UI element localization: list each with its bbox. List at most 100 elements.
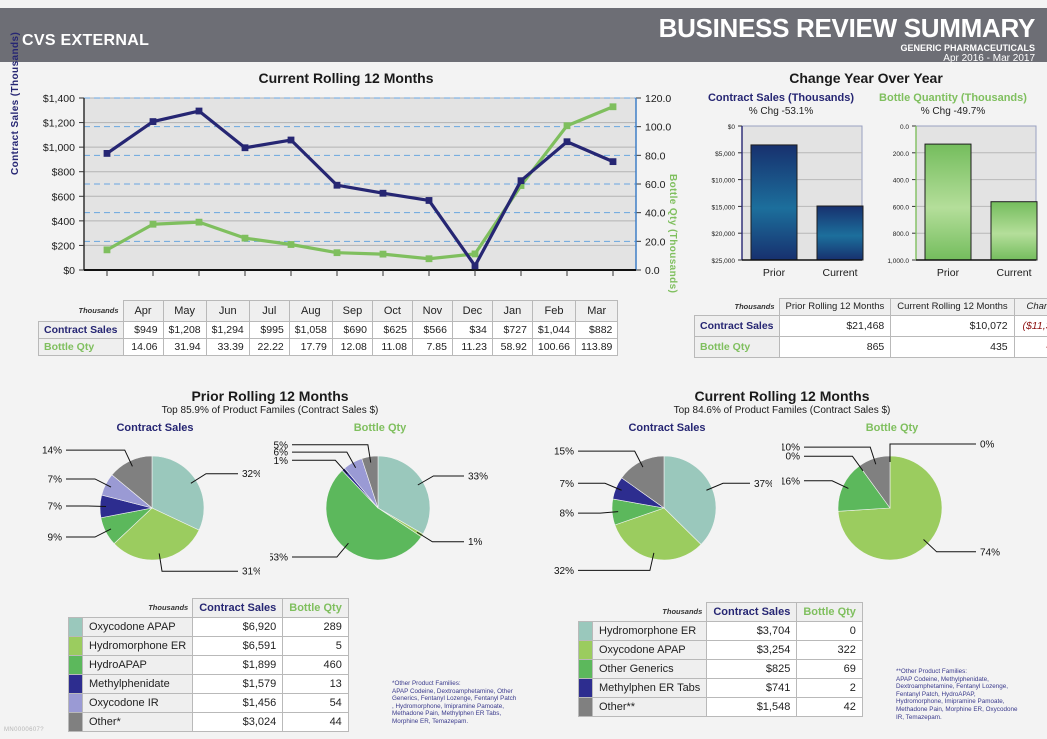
svg-text:60.0: 60.0 xyxy=(645,179,666,191)
month-header-nov: Nov xyxy=(411,300,453,322)
swatch-column-header xyxy=(69,599,83,618)
cell-value: -430 xyxy=(1013,336,1047,358)
header-subtitle: GENERIC PHARMACEUTICALS xyxy=(900,43,1035,53)
svg-text:14%: 14% xyxy=(42,446,62,457)
svg-text:$800: $800 xyxy=(52,167,76,179)
contract-sales-value: $3,254 xyxy=(706,640,798,660)
product-family-name: Other* xyxy=(81,712,194,732)
contract-sales-value: $6,591 xyxy=(192,636,284,656)
current-bottle-qty-caption: Bottle Qty xyxy=(865,422,919,434)
yoy-column-header: Current Rolling 12 Months xyxy=(890,298,1015,316)
table-row: Bottle Qty865435-430-49.7% xyxy=(694,336,1047,358)
color-swatch xyxy=(578,659,593,679)
product-family-name: Oxycodone APAP xyxy=(591,640,708,660)
table-header-row: Thousands Apr May Jun Jul Aug Sep Oct Nov Dec Jan… xyxy=(39,300,619,322)
svg-text:Prior: Prior xyxy=(937,267,960,279)
yoy-bottle-qty-pct: % Chg -49.7% xyxy=(920,106,986,117)
product-family-name: Hydromorphone ER xyxy=(591,621,708,641)
cell-value: $34 xyxy=(451,321,493,339)
month-header-apr: Apr xyxy=(122,300,164,322)
bottle-qty-value: 289 xyxy=(282,617,349,637)
prior-rolling-12-months-section: Prior Rolling 12 Months Top 85.9% of Pro… xyxy=(20,388,520,578)
contract-sales-value: $825 xyxy=(706,659,798,679)
color-swatch xyxy=(68,674,83,694)
cell-value: 865 xyxy=(778,336,892,358)
cell-value: $690 xyxy=(331,321,373,339)
month-header-dec: Dec xyxy=(451,300,493,322)
current-section-title: Current Rolling 12 Months xyxy=(694,388,870,404)
client-name: CVS EXTERNAL xyxy=(22,32,150,49)
svg-text:800.0: 800.0 xyxy=(893,231,910,238)
cell-value: $727 xyxy=(491,321,533,339)
svg-text:20.0: 20.0 xyxy=(645,236,666,248)
svg-text:32%: 32% xyxy=(242,469,260,480)
svg-text:$20,000: $20,000 xyxy=(712,231,736,238)
cell-value: $1,044 xyxy=(531,321,577,339)
prior-product-family-table: Thousands Contract Sales Bottle Qty Oxycod… xyxy=(68,598,349,732)
yoy-column-header: Change xyxy=(1013,298,1047,316)
svg-text:37%: 37% xyxy=(754,479,772,490)
svg-text:Current: Current xyxy=(996,267,1031,279)
product-family-name: Oxycodone IR xyxy=(81,693,194,713)
current-rolling-12-months-section: Current Rolling 12 Months Top 84.6% of P… xyxy=(532,388,1032,577)
bottle-qty-value: 42 xyxy=(796,697,863,717)
cell-value: $1,294 xyxy=(205,321,250,339)
table-row: Oxycodone IR $1,456 54 xyxy=(68,693,349,713)
current-contract-sales-pie: 37% 32% 8% 7% 15% xyxy=(554,447,772,577)
svg-text:200.0: 200.0 xyxy=(893,151,910,158)
color-swatch xyxy=(68,655,83,675)
svg-text:1%: 1% xyxy=(468,537,483,548)
bottle-qty-bar-chart: 1,000.0 800.0 600.0 400.0 200.0 0.0 Prior Curre… xyxy=(887,124,1038,279)
bottle-qty-value: 69 xyxy=(796,659,863,679)
prior-bottle-qty-pie: 33%1%53%1%6%5% xyxy=(270,440,488,563)
prior-contract-sales-pie: 32% 31% 9% 7% 7% 14% xyxy=(42,446,260,578)
product-family-name: Hydromorphone ER xyxy=(81,636,194,656)
svg-text:$200: $200 xyxy=(52,240,76,252)
cell-value: $1,058 xyxy=(288,321,333,339)
product-table-corner: Thousands xyxy=(662,607,703,617)
table-row: Oxycodone APAP $3,254 322 xyxy=(578,640,863,660)
prior-section-title: Prior Rolling 12 Months xyxy=(191,388,349,404)
contract-sales-value: $6,920 xyxy=(192,617,284,637)
svg-text:7%: 7% xyxy=(560,479,575,490)
yoy-bottle-qty-legend: Bottle Quantity (Thousands) xyxy=(879,92,1027,104)
contract-sales-value: $1,548 xyxy=(706,697,798,717)
svg-text:74%: 74% xyxy=(980,547,1000,558)
svg-text:$600: $600 xyxy=(52,191,76,203)
line-chart-title: Current Rolling 12 Months xyxy=(258,70,434,86)
cell-value: 12.08 xyxy=(331,338,373,356)
cell-value: $625 xyxy=(371,321,413,339)
svg-text:0.0: 0.0 xyxy=(645,265,660,277)
product-family-name: Methylphenidate xyxy=(81,674,194,694)
bottle-qty-value: 44 xyxy=(282,712,349,732)
bottle-qty-value: 0 xyxy=(796,621,863,641)
contract-sales-value: $1,579 xyxy=(192,674,284,694)
svg-text:1,000.0: 1,000.0 xyxy=(887,258,909,265)
table-row: Oxycodone APAP $6,920 289 xyxy=(68,617,349,637)
product-family-name: HydroAPAP xyxy=(81,655,194,675)
svg-text:31%: 31% xyxy=(242,567,260,578)
watermark: MN0000607? xyxy=(4,727,45,733)
table-row: Methylphenidate $1,579 13 xyxy=(68,674,349,694)
yoy-column-header: Prior Rolling 12 Months xyxy=(778,298,892,316)
cell-value: $949 xyxy=(122,321,164,339)
svg-text:$15,000: $15,000 xyxy=(712,204,736,211)
svg-text:16%: 16% xyxy=(782,476,800,487)
current-section-subtitle: Top 84.6% of Product Familes (Contract S… xyxy=(673,405,891,416)
bottle-qty-column-header: Bottle Qty xyxy=(282,598,349,618)
contract-sales-value: $741 xyxy=(706,678,798,698)
prior-bottle-qty-caption: Bottle Qty xyxy=(353,422,407,434)
cell-value: $882 xyxy=(575,321,619,339)
svg-text:80.0: 80.0 xyxy=(645,150,666,162)
contract-sales-value: $3,704 xyxy=(706,621,798,641)
current-footnote: **Other Product Families: APAP Codeine, … xyxy=(896,668,1018,721)
cell-value: 58.92 xyxy=(491,338,533,356)
cell-value: $1,208 xyxy=(162,321,207,339)
bottle-qty-value: 54 xyxy=(282,693,349,713)
cell-value: 31.94 xyxy=(162,338,207,356)
svg-text:7%: 7% xyxy=(48,474,63,485)
svg-text:$25,000: $25,000 xyxy=(712,258,736,265)
table-row: HydroAPAP $1,899 460 xyxy=(68,655,349,675)
month-header-oct: Oct xyxy=(371,300,413,322)
cell-value: 11.23 xyxy=(451,338,493,356)
